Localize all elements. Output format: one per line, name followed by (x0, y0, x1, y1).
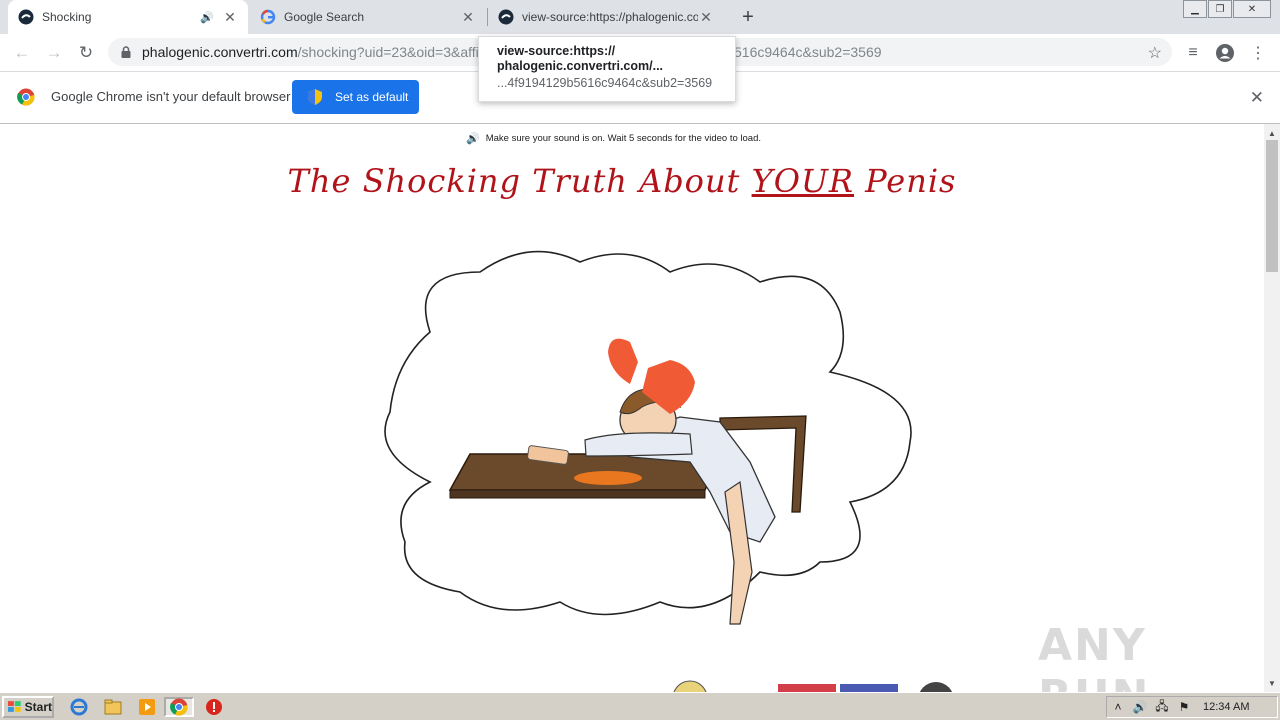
lock-icon (121, 46, 131, 58)
spill (574, 471, 642, 485)
back-arrow-icon[interactable]: ← (8, 39, 36, 67)
payment-badge (778, 680, 838, 692)
site-favicon-icon (498, 9, 514, 25)
page-headline: The Shocking Truth About YOUR Penis (0, 162, 1244, 200)
window-close-icon[interactable]: ✕ (1233, 0, 1271, 18)
secure-badge (915, 680, 957, 692)
headline-pre: The Shocking Truth About (287, 162, 752, 200)
tab-close-icon[interactable]: ✕ (222, 9, 238, 25)
video-illustration[interactable] (380, 242, 920, 632)
tab-title: Shocking (42, 10, 92, 24)
system-tray: ˄ 🔊 🖧 ⚑ 12:34 AM (1106, 696, 1278, 718)
page-scrollbar[interactable]: ▲ ▼ (1264, 124, 1280, 692)
guarantee-badge (672, 680, 712, 692)
sound-notice: 🔊 Make sure your sound is on. Wait 5 sec… (466, 132, 761, 145)
tooltip-line-3: ...4f9194129b5616c9464c&sub2=3569 (497, 76, 713, 90)
uac-shield-icon (308, 89, 322, 105)
taskbar-clock[interactable]: 12:34 AM (1203, 701, 1249, 713)
chrome-taskbar-icon[interactable] (164, 697, 194, 717)
headline-post: Penis (854, 162, 957, 200)
google-icon (260, 9, 276, 25)
stop-icon[interactable] (203, 697, 225, 717)
url-path: /shocking?uid=23&oid=3&affi (297, 44, 479, 60)
tab-shocking[interactable]: Shocking 🔊 ✕ (8, 0, 248, 34)
audio-playing-icon[interactable]: 🔊 (200, 11, 216, 24)
speaker-icon: 🔊 (466, 133, 480, 145)
start-label: Start (24, 700, 52, 714)
bookmark-star-icon[interactable]: ☆ (1148, 43, 1162, 63)
media-control-icon[interactable]: ≡ (1182, 42, 1204, 64)
network-icon[interactable]: 🖧 (1151, 697, 1173, 718)
infobar-message: Google Chrome isn't your default browser (51, 89, 291, 104)
tab-hover-tooltip: view-source:https:// phalogenic.convertr… (478, 36, 736, 102)
tooltip-line-1: view-source:https:// (497, 44, 616, 58)
profile-avatar-icon[interactable] (1214, 42, 1236, 64)
reload-icon[interactable]: ↻ (72, 39, 100, 67)
man-forearm (584, 432, 693, 457)
tooltip-line-2: phalogenic.convertri.com/... (497, 59, 664, 73)
tab-view-source[interactable]: view-source:https://phalogenic.convertri… (488, 0, 724, 34)
tab-strip: Shocking 🔊 ✕ Google Search ✕ view-source… (0, 0, 1280, 34)
set-as-default-label: Set as default (335, 90, 409, 104)
minimize-icon[interactable]: ▁ (1183, 0, 1207, 18)
anyrun-watermark: ANY RUN (1038, 620, 1148, 692)
restore-icon[interactable]: ❐ (1208, 0, 1232, 18)
file-explorer-icon[interactable] (102, 697, 124, 717)
url-domain: phalogenic.convertri.com (142, 44, 298, 60)
headline-emphasis: YOUR (751, 162, 854, 200)
tab-title: view-source:https://phalogenic.convertri… (522, 10, 698, 24)
start-button[interactable]: Start (2, 696, 54, 718)
new-tab-button[interactable]: + (736, 5, 760, 29)
site-favicon-icon (18, 9, 34, 25)
tab-close-icon[interactable]: ✕ (698, 9, 714, 25)
tab-close-icon[interactable]: ✕ (460, 9, 476, 25)
chrome-logo-icon (17, 88, 35, 106)
media-player-icon[interactable] (136, 697, 158, 717)
scroll-up-icon[interactable]: ▲ (1264, 126, 1280, 140)
set-as-default-button[interactable]: Set as default (292, 80, 419, 114)
table-edge (449, 489, 706, 499)
forward-arrow-icon[interactable]: → (40, 39, 68, 67)
broken-heart-left (608, 338, 638, 384)
menu-kebab-icon[interactable]: ⋮ (1247, 42, 1269, 64)
scroll-thumb[interactable] (1266, 140, 1278, 272)
scroll-down-icon[interactable]: ▼ (1264, 676, 1280, 690)
windows-taskbar: Start ˄ 🔊 🖧 ⚑ 12:34 AM (0, 692, 1280, 720)
volume-icon[interactable]: 🔊 (1129, 700, 1151, 714)
tab-title: Google Search (284, 10, 365, 24)
sound-notice-text: Make sure your sound is on. Wait 5 secon… (485, 133, 761, 144)
page-content: 🔊 Make sure your sound is on. Wait 5 sec… (0, 124, 1264, 692)
windows-flag-icon (8, 701, 21, 712)
internet-explorer-icon[interactable] (68, 697, 90, 717)
payment-badge (840, 680, 900, 692)
infobar-close-icon[interactable]: ✕ (1250, 88, 1264, 108)
tab-google-search[interactable]: Google Search ✕ (250, 0, 486, 34)
action-center-flag-icon[interactable]: ⚑ (1173, 700, 1195, 714)
url-path-tail: 516c9464c&sub2=3569 (734, 44, 882, 60)
tray-expand-icon[interactable]: ˄ (1107, 700, 1129, 714)
